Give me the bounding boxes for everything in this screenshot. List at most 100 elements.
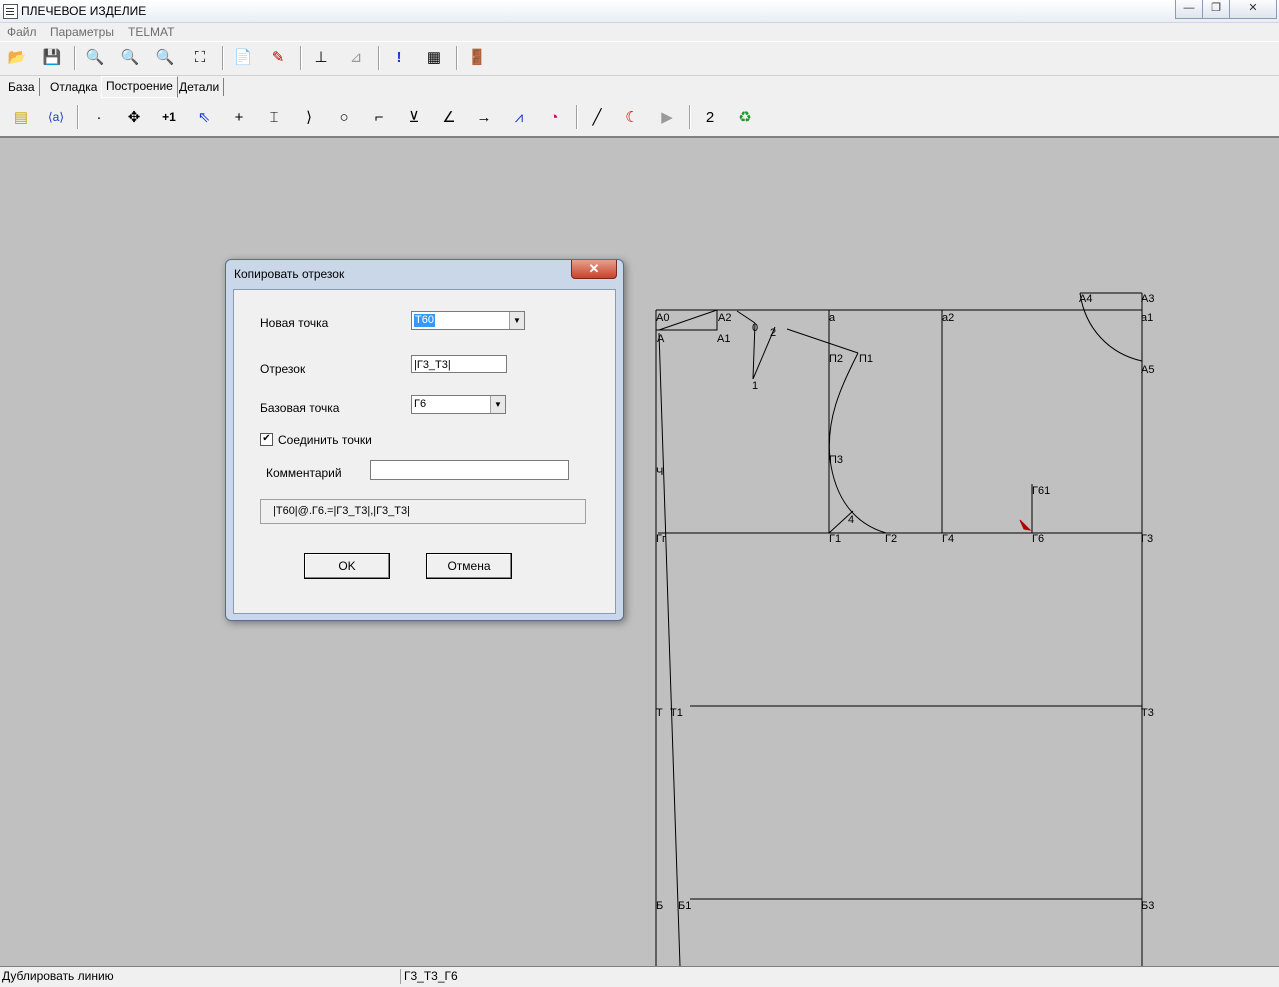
- label-a-small: а: [829, 312, 836, 324]
- new-point-value: Т60: [414, 314, 435, 327]
- dialog-body: Новая точка Т60 ▼ Отрезок |Г3_Т3| Базова…: [233, 289, 616, 614]
- label-g4: Г4: [942, 533, 954, 545]
- connect-points-label: Соединить точки: [278, 433, 372, 447]
- palette-icon[interactable]: ▦: [422, 45, 446, 69]
- label-p2: П2: [829, 353, 843, 365]
- close-window-button[interactable]: ✕: [1229, 0, 1277, 19]
- status-bar: Дублировать линию Г3_Т3_Г6: [0, 966, 1279, 987]
- dialog-title: Копировать отрезок: [234, 267, 345, 281]
- plus-one-icon[interactable]: +1: [157, 105, 181, 129]
- number-two-button[interactable]: 2: [698, 105, 722, 129]
- chevron-down-icon[interactable]: ▼: [509, 312, 524, 329]
- label-a1: А1: [717, 333, 730, 345]
- base-point-value: Г6: [414, 398, 427, 410]
- label-1: 1: [752, 380, 758, 392]
- zoom-out-icon[interactable]: 🔍: [83, 45, 107, 69]
- maximize-button[interactable]: ❐: [1202, 0, 1230, 19]
- save-icon[interactable]: 💾: [40, 45, 64, 69]
- measure-icon[interactable]: ⊥: [309, 45, 333, 69]
- label-g2: Г2: [885, 533, 897, 545]
- label-gg: Гг: [656, 533, 666, 545]
- label-4: 4: [848, 514, 854, 526]
- notes-icon[interactable]: 📄: [231, 45, 255, 69]
- label-g3: Г3: [1141, 533, 1153, 545]
- formula-icon[interactable]: ⟨a⟩: [44, 105, 68, 129]
- angle-icon[interactable]: ∠: [437, 105, 461, 129]
- label-t1: Т1: [670, 707, 683, 719]
- ok-button[interactable]: OK: [304, 553, 390, 579]
- menu-file[interactable]: Файл: [7, 25, 37, 39]
- copy-segment-dialog: Копировать отрезок ✕ Новая точка Т60 ▼ О…: [225, 259, 624, 621]
- label-a0: А0: [656, 312, 669, 324]
- select-icon[interactable]: ⇖: [192, 105, 216, 129]
- menu-parameters[interactable]: Параметры: [50, 25, 114, 39]
- drawing-canvas[interactable]: А0 А2 А А1 0 2 1 а а2 А4 А3 а1 А5 П2 П1 …: [0, 139, 1279, 966]
- label-a2: А2: [718, 312, 731, 324]
- base-point-combo[interactable]: Г6 ▼: [411, 395, 506, 414]
- list-icon[interactable]: ▤: [9, 105, 33, 129]
- point-icon[interactable]: ·: [87, 105, 111, 129]
- circle-point-icon[interactable]: ○: [332, 105, 356, 129]
- pin-tool-icon[interactable]: ✎: [266, 45, 290, 69]
- label-b1: Б1: [678, 900, 691, 912]
- cross-icon[interactable]: +: [227, 105, 251, 129]
- exclamation-icon[interactable]: !: [387, 45, 411, 69]
- recycle-icon[interactable]: ♻: [733, 105, 757, 129]
- new-point-label: Новая точка: [260, 316, 329, 330]
- play-icon[interactable]: ▶: [655, 105, 679, 129]
- tab-debug[interactable]: Отладка: [46, 78, 103, 96]
- dialog-close-button[interactable]: ✕: [571, 260, 617, 279]
- tab-details[interactable]: Детали: [175, 78, 225, 96]
- segment-label: Отрезок: [260, 362, 306, 376]
- curve-icon[interactable]: ⩘: [507, 105, 531, 129]
- move-icon[interactable]: ✥: [122, 105, 146, 129]
- label-a1-small: а1: [1141, 312, 1153, 324]
- label-2: 2: [770, 327, 776, 339]
- label-g6: Г6: [1032, 533, 1044, 545]
- segment-input[interactable]: |Г3_Т3|: [411, 355, 507, 373]
- fit-window-icon[interactable]: ⛶: [188, 45, 212, 69]
- label-b3: Б3: [1141, 900, 1154, 912]
- title-bar: ПЛЕЧЕВОЕ ИЗДЕЛИЕ — ❐ ✕: [0, 0, 1279, 23]
- tab-bar: База Отладка Построение Детали: [0, 76, 1279, 98]
- measure-angle-icon[interactable]: ⊿: [344, 45, 368, 69]
- formula-display: |Т60|@.Г6.=|Г3_Т3|,|Г3_Т3|: [260, 499, 586, 524]
- circle-tool-icon[interactable]: ◔: [542, 105, 566, 129]
- menu-bar: Файл Параметры TELMAT: [0, 23, 1279, 41]
- arc-point-icon[interactable]: ⟩: [297, 105, 321, 129]
- label-p1: П1: [859, 353, 873, 365]
- base-point-label: Базовая точка: [260, 401, 340, 415]
- label-a4: А4: [1079, 293, 1092, 305]
- label-b: Б: [656, 900, 663, 912]
- corner-icon[interactable]: ⌐: [367, 105, 391, 129]
- split-icon[interactable]: ⌶: [262, 105, 286, 129]
- chevron-down-icon[interactable]: ▼: [490, 396, 505, 413]
- label-p3: П3: [829, 454, 843, 466]
- arrow-right-icon[interactable]: →: [472, 105, 496, 129]
- arc-icon[interactable]: ☾: [620, 105, 644, 129]
- comment-input[interactable]: [370, 460, 569, 480]
- tab-construction[interactable]: Построение: [101, 76, 178, 98]
- main-toolbar: 📂 💾 🔍 🔍 🔍 ⛶ 📄 ✎ ⊥ ⊿ ! ▦ 🚪: [0, 41, 1279, 76]
- status-selection: Г3_Т3_Г6: [404, 969, 458, 983]
- minimize-button[interactable]: —: [1175, 0, 1203, 19]
- label-t3: Т3: [1141, 707, 1154, 719]
- window-title: ПЛЕЧЕВОЕ ИЗДЕЛИЕ: [21, 4, 147, 18]
- cancel-button[interactable]: Отмена: [426, 553, 512, 579]
- line-icon[interactable]: ╱: [585, 105, 609, 129]
- label-ch: Ч: [656, 466, 663, 478]
- tab-base[interactable]: База: [4, 78, 40, 96]
- comment-label: Комментарий: [266, 466, 342, 480]
- perpendicular-icon[interactable]: ⊻: [402, 105, 426, 129]
- menu-telmat[interactable]: TELMAT: [128, 25, 174, 39]
- zoom-in-icon[interactable]: 🔍: [118, 45, 142, 69]
- connect-points-checkbox[interactable]: ✔: [260, 433, 273, 446]
- exit-door-icon[interactable]: 🚪: [465, 45, 489, 69]
- open-folder-icon[interactable]: 📂: [5, 45, 29, 69]
- pattern-drawing: А0 А2 А А1 0 2 1 а а2 А4 А3 а1 А5 П2 П1 …: [655, 292, 1154, 966]
- label-a2-small: а2: [942, 312, 954, 324]
- construction-toolbar: ▤ ⟨a⟩ · ✥ +1 ⇖ + ⌶ ⟩ ○ ⌐ ⊻ ∠ → ⩘ ◔ ╱ ☾ ▶…: [0, 98, 1279, 138]
- label-g1: Г1: [829, 533, 841, 545]
- zoom-icon[interactable]: 🔍: [153, 45, 177, 69]
- new-point-combo[interactable]: Т60 ▼: [411, 311, 525, 330]
